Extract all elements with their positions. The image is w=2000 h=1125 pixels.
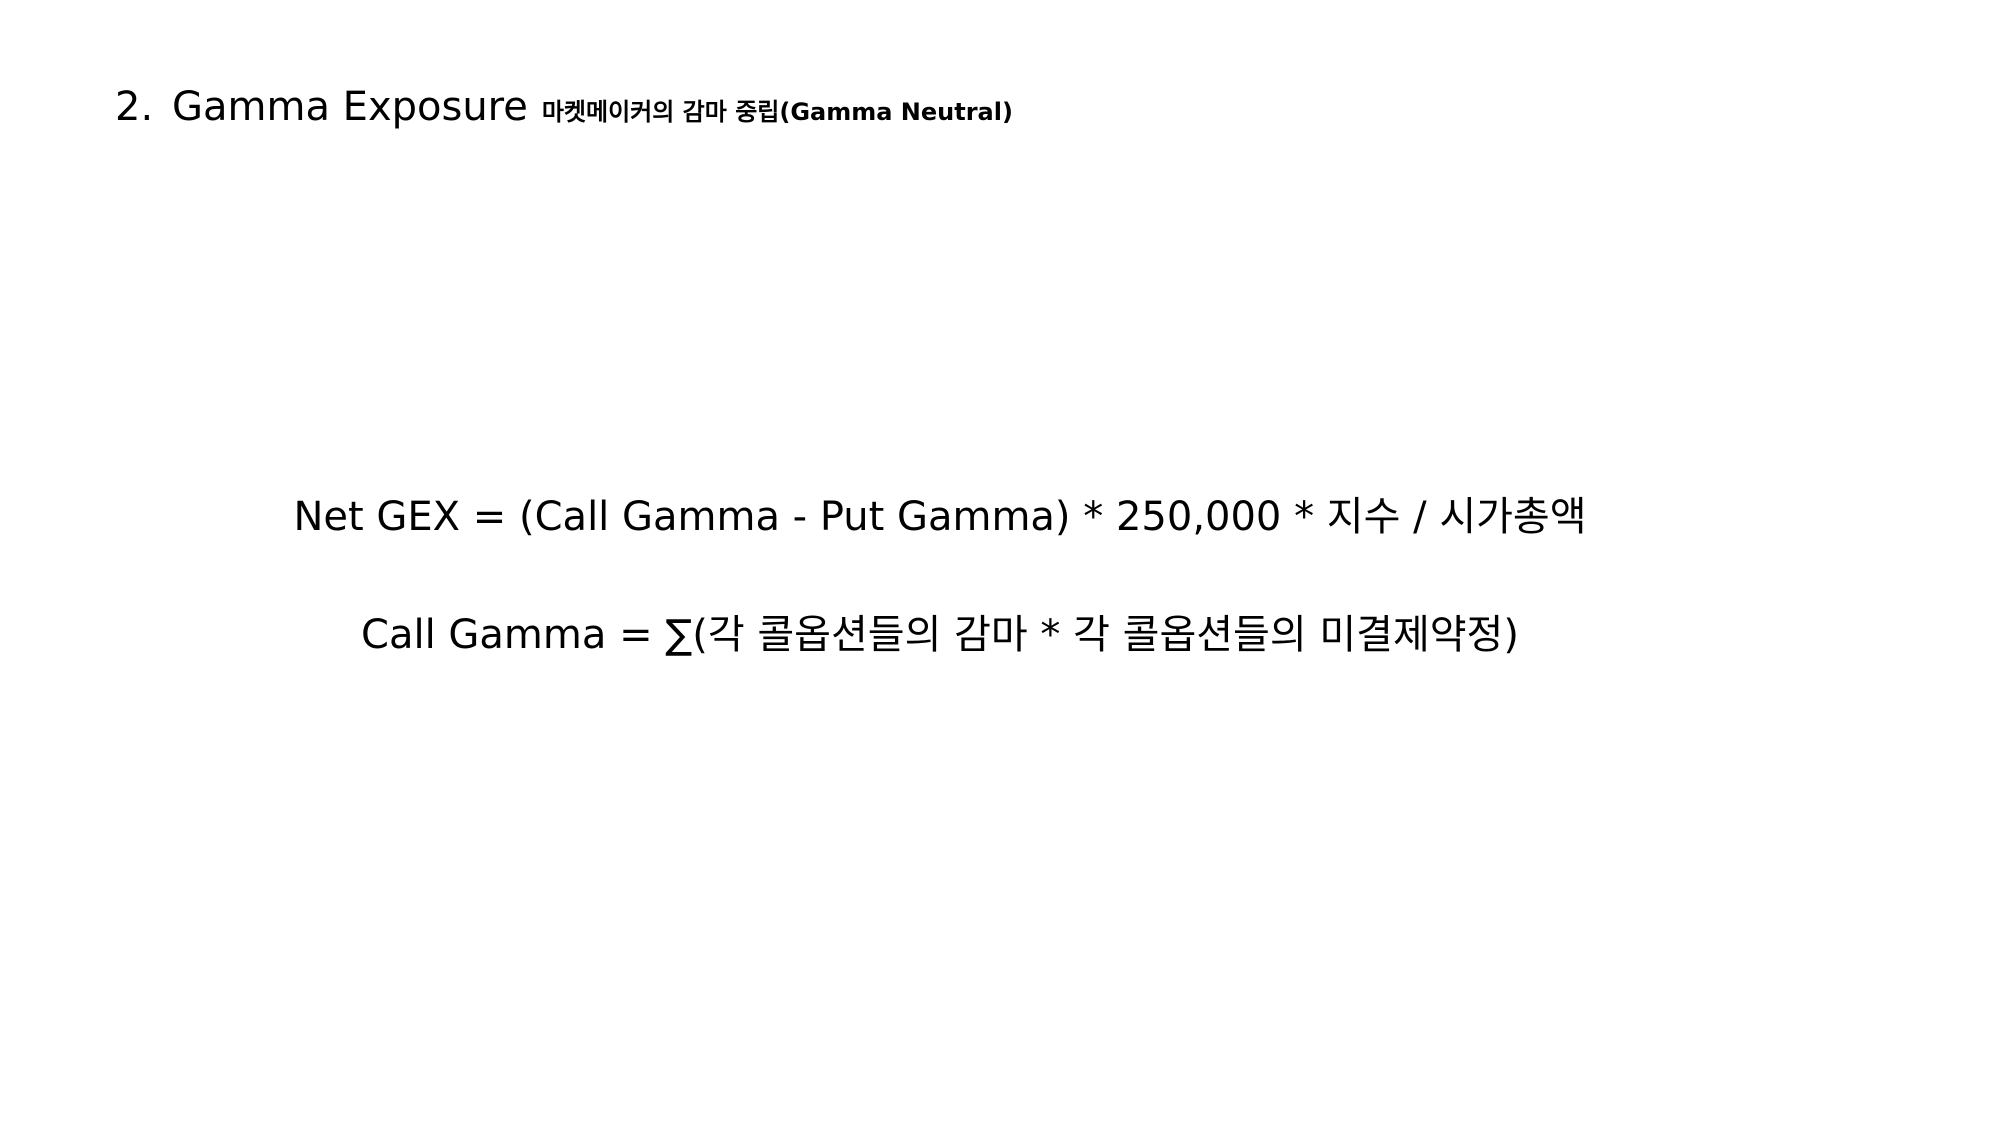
net-gex-formula: Net GEX = (Call Gamma - Put Gamma) * 250… xyxy=(293,494,1587,540)
slide-heading: 2. Gamma Exposure 마켓메이커의 감마 중립(Gamma Neu… xyxy=(115,84,1013,130)
heading-subtitle: 마켓메이커의 감마 중립(Gamma Neutral) xyxy=(541,98,1013,126)
slide: 2. Gamma Exposure 마켓메이커의 감마 중립(Gamma Neu… xyxy=(0,0,2000,1125)
call-gamma-formula: Call Gamma = ∑(각 콜옵션들의 감마 * 각 콜옵션들의 미결제약… xyxy=(361,612,1519,658)
heading-title: Gamma Exposure xyxy=(172,84,528,130)
heading-number: 2. xyxy=(115,84,154,130)
